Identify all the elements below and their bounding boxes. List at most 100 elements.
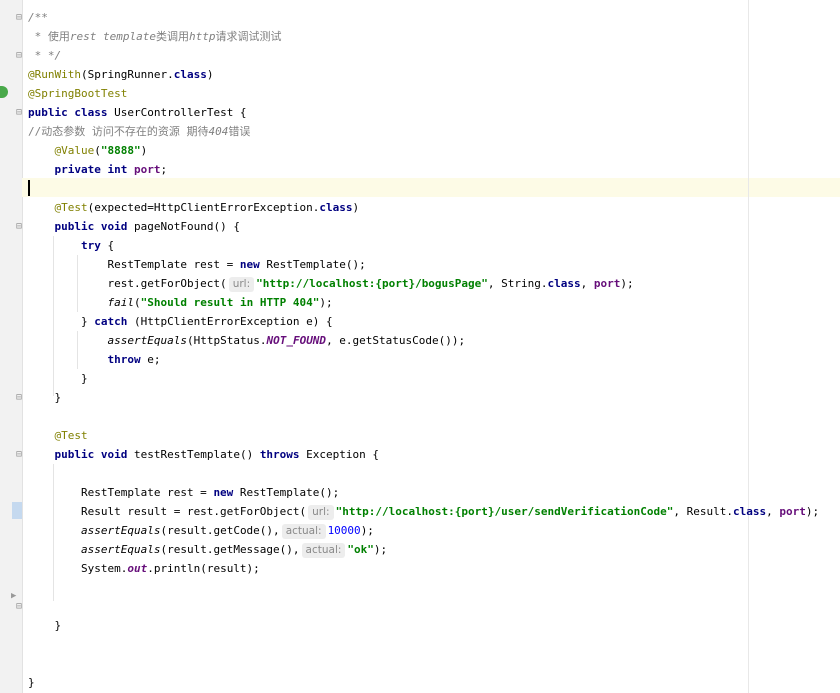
code-token: ; bbox=[160, 163, 168, 176]
code-token: 类调用 bbox=[155, 30, 189, 43]
change-marker bbox=[12, 502, 22, 519]
code-line[interactable]: public class UserControllerTest { bbox=[28, 103, 247, 122]
code-line[interactable]: throw e; bbox=[28, 350, 160, 369]
code-line[interactable]: @Value("8888") bbox=[28, 141, 148, 160]
code-line[interactable]: @SpringBootTest bbox=[28, 84, 127, 103]
code-line[interactable]: rest.getForObject(url: "http://localhost:… bbox=[28, 274, 634, 293]
code-token: catch bbox=[94, 315, 128, 328]
code-line[interactable]: /** bbox=[28, 8, 48, 27]
code-line[interactable]: RestTemplate rest = new RestTemplate(); bbox=[28, 483, 339, 502]
code-token: ); bbox=[805, 505, 820, 518]
code-line[interactable]: fail("Should result in HTTP 404"); bbox=[28, 293, 332, 312]
code-line[interactable]: @RunWith(SpringRunner.class) bbox=[28, 65, 213, 84]
code-token: } bbox=[28, 372, 88, 385]
code-token: public void bbox=[54, 220, 128, 233]
code-line[interactable]: public void pageNotFound() { bbox=[28, 217, 240, 236]
code-line[interactable]: public void testRestTemplate() throws Ex… bbox=[28, 445, 380, 464]
code-token: UserControllerTest { bbox=[107, 106, 247, 119]
code-token: assertEquals bbox=[107, 334, 187, 347]
code-token: public void bbox=[54, 448, 128, 461]
code-token: RestTemplate(); bbox=[233, 486, 340, 499]
code-token: } bbox=[28, 676, 35, 689]
fold-icon[interactable]: ⊟ bbox=[16, 393, 22, 403]
code-line[interactable]: * */ bbox=[28, 46, 62, 65]
code-token: * bbox=[28, 30, 48, 43]
fold-icon[interactable]: ⊟ bbox=[16, 108, 22, 118]
fold-icon[interactable]: ⊟ bbox=[16, 51, 22, 61]
code-token: @Test bbox=[54, 201, 88, 214]
code-token: @SpringBootTest bbox=[28, 87, 128, 100]
parameter-hint: url: bbox=[228, 277, 255, 292]
right-margin-guide bbox=[748, 0, 749, 693]
code-line[interactable]: try { bbox=[28, 236, 114, 255]
code-token: .println(result); bbox=[147, 562, 260, 575]
code-token: e; bbox=[140, 353, 161, 366]
code-token: RestTemplate(); bbox=[259, 258, 366, 271]
code-token: 使用 bbox=[47, 30, 70, 43]
code-token: (HttpClientErrorException e) { bbox=[127, 315, 333, 328]
code-line[interactable]: @Test bbox=[28, 426, 88, 445]
code-line[interactable]: assertEquals(result.getCode(), actual: 100… bbox=[28, 521, 374, 540]
code-token: (SpringRunner. bbox=[80, 68, 174, 81]
code-line[interactable]: //动态参数 访问不存在的资源 期待404错误 bbox=[28, 122, 250, 141]
code-token: (result.getCode(), bbox=[160, 524, 280, 537]
code-token: class bbox=[319, 201, 353, 214]
code-line[interactable]: } bbox=[28, 369, 88, 388]
fold-icon[interactable]: ⊟ bbox=[16, 450, 22, 460]
code-token: , e.getStatusCode()); bbox=[326, 334, 466, 347]
code-token: port bbox=[133, 163, 161, 176]
code-token: } bbox=[28, 391, 62, 404]
parameter-hint: url: bbox=[308, 505, 334, 520]
code-token: "http://localhost:{port}/user/sendVerifi… bbox=[335, 505, 674, 518]
code-line[interactable]: } bbox=[28, 388, 61, 407]
code-token: 错误 bbox=[228, 125, 251, 138]
code-line[interactable]: assertEquals(result.getMessage(), actual:… bbox=[28, 540, 387, 559]
code-token: rest template bbox=[69, 30, 156, 43]
code-line[interactable]: * 使用rest template类调用http请求调试测试 bbox=[28, 27, 282, 46]
code-token: ); bbox=[373, 543, 388, 556]
code-line[interactable]: } bbox=[28, 616, 61, 635]
breakpoint-arrow-icon[interactable]: ▶ bbox=[11, 591, 16, 601]
code-line[interactable]: assertEquals(HttpStatus.NOT_FOUND, e.get… bbox=[28, 331, 465, 350]
fold-icon[interactable]: ⊟ bbox=[16, 13, 22, 23]
code-token: class bbox=[173, 68, 207, 81]
code-token: , bbox=[766, 505, 780, 518]
code-token: try bbox=[80, 239, 101, 252]
code-token: } bbox=[28, 619, 62, 632]
code-token: @RunWith bbox=[28, 68, 81, 81]
code-token: Exception { bbox=[299, 448, 380, 461]
code-token: System. bbox=[28, 562, 128, 575]
code-line[interactable]: private int port; bbox=[28, 160, 168, 179]
fold-icon[interactable]: ⊟ bbox=[16, 602, 22, 612]
code-token: ( bbox=[94, 144, 101, 157]
code-line[interactable]: System.out.println(result); bbox=[28, 559, 260, 578]
code-line[interactable]: } bbox=[28, 673, 35, 692]
code-token: (HttpStatus. bbox=[186, 334, 267, 347]
code-line[interactable]: RestTemplate rest = new RestTemplate(); bbox=[28, 255, 366, 274]
code-token: , bbox=[580, 277, 594, 290]
code-token: private int bbox=[54, 163, 128, 176]
code-line[interactable]: @Test(expected=HttpClientErrorException.… bbox=[28, 198, 360, 217]
code-token: 404 bbox=[208, 125, 229, 138]
code-token: testRestTemplate() bbox=[127, 448, 260, 461]
code-token: @Value bbox=[54, 144, 95, 157]
code-token: } bbox=[28, 315, 95, 328]
code-token: class bbox=[547, 277, 581, 290]
code-token: port bbox=[593, 277, 621, 290]
code-line[interactable]: } catch (HttpClientErrorException e) { bbox=[28, 312, 333, 331]
code-token: ) bbox=[206, 68, 214, 81]
code-token: new bbox=[239, 258, 260, 271]
code-token: throws bbox=[259, 448, 300, 461]
code-line[interactable]: Result result = rest.getForObject(url: "h… bbox=[28, 502, 819, 521]
code-token: , String. bbox=[487, 277, 548, 290]
code-token: class bbox=[732, 505, 767, 518]
fold-icon[interactable]: ⊟ bbox=[16, 222, 22, 232]
